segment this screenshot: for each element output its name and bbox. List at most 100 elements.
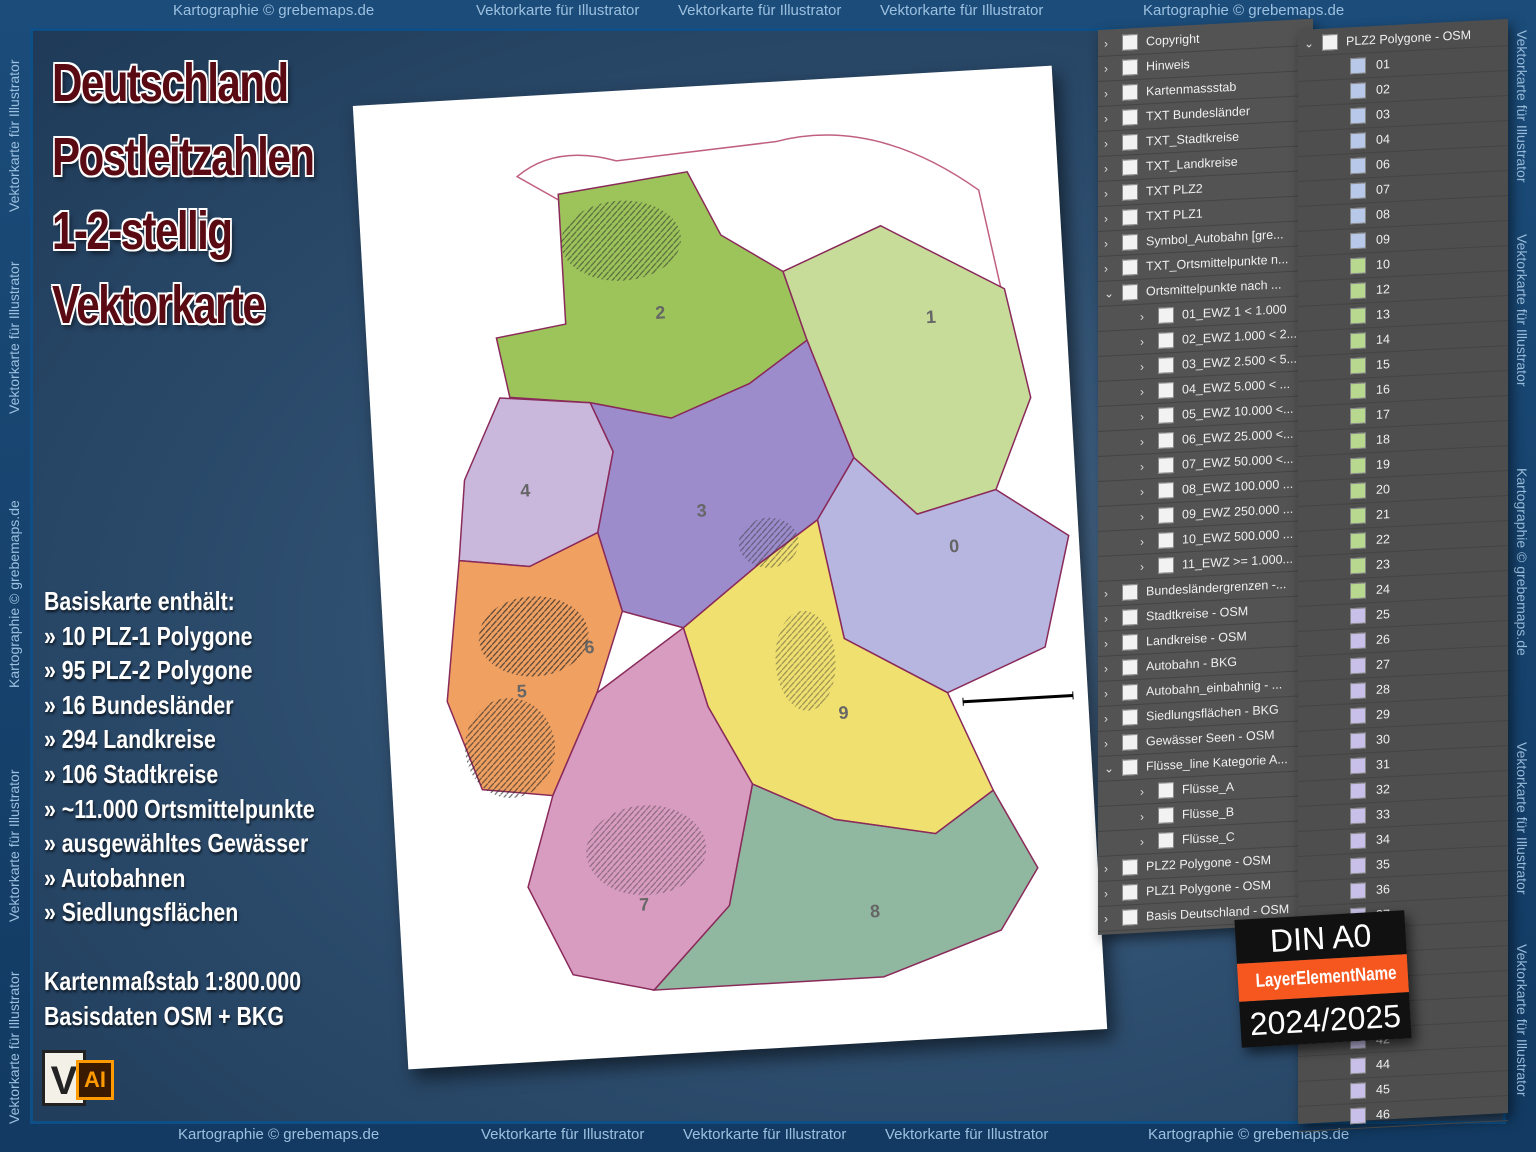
layer-thumbnail [1350,1057,1366,1075]
chevron-right-icon[interactable]: › [1140,410,1144,424]
chevron-right-icon[interactable]: › [1104,661,1108,675]
layer-label: Kartenmassstab [1146,79,1237,99]
chevron-right-icon[interactable]: › [1140,535,1144,549]
chevron-right-icon[interactable]: › [1140,560,1144,574]
chevron-right-icon[interactable]: › [1104,261,1108,275]
layer-thumbnail [1158,307,1174,324]
layer-label: 09_EWZ 250.000 ... [1182,501,1294,522]
region-label: 4 [520,480,531,501]
layer-label: Bundesländergrenzen -... [1146,577,1287,599]
chevron-right-icon[interactable]: › [1140,460,1144,474]
sublayer-label: 35 [1376,857,1390,872]
layer-thumbnail [1350,57,1366,75]
format-badge: DIN A0 LayerElementName 2024/2025 [1234,910,1412,1048]
chevron-right-icon[interactable]: › [1140,785,1144,799]
sublayer-label: 03 [1376,107,1390,122]
watermark-vector: Vektorkarte für Illustrator [6,59,22,212]
layer-label: 03_EWZ 2.500 < 5... [1182,351,1297,372]
layer-thumbnail [1350,657,1366,675]
chevron-down-icon[interactable]: ⌄ [1104,761,1114,776]
sublayer-label: 17 [1376,407,1390,422]
layer-thumbnail [1158,557,1174,574]
chevron-right-icon[interactable]: › [1104,211,1108,225]
layer-thumbnail [1122,108,1138,126]
sublayer-label: 29 [1376,707,1390,722]
chevron-down-icon[interactable]: ⌄ [1104,286,1114,301]
layer-thumbnail [1122,708,1138,726]
chevron-right-icon[interactable]: › [1140,310,1144,324]
layer-thumbnail [1350,232,1366,250]
chevron-right-icon[interactable]: › [1104,186,1108,200]
layer-thumbnail [1158,407,1174,424]
feature-heading: Basiskarte enthält: [44,586,235,616]
chevron-right-icon[interactable]: › [1140,385,1144,399]
layer-thumbnail [1122,283,1138,301]
layer-thumbnail [1350,857,1366,875]
chevron-right-icon[interactable]: › [1140,510,1144,524]
layer-thumbnail [1350,557,1366,575]
region-label: 1 [925,307,936,328]
layers-panel[interactable]: › Copyright › Hinweis › Kartenmassstab › TXT Bu… [1098,18,1313,936]
chevron-right-icon[interactable]: › [1104,61,1108,75]
chevron-right-icon[interactable]: › [1104,636,1108,650]
layer-thumbnail [1350,607,1366,625]
scale-bar [962,691,1074,706]
sublayer-label: 23 [1376,557,1390,572]
chevron-right-icon[interactable]: › [1104,861,1108,875]
sublayer-label: 19 [1376,457,1390,472]
chevron-right-icon[interactable]: › [1104,36,1108,50]
chevron-right-icon[interactable]: › [1140,810,1144,824]
chevron-right-icon[interactable]: › [1104,711,1108,725]
sublayer-label: 16 [1376,382,1390,397]
region-label: 2 [655,302,666,323]
layer-thumbnail [1350,757,1366,775]
chevron-right-icon[interactable]: › [1104,111,1108,125]
layer-label: Flüsse_B [1182,804,1235,822]
chevron-right-icon[interactable]: › [1104,886,1108,900]
layer-thumbnail [1122,83,1138,101]
layer-label: Flüsse_line Kategorie A... [1146,752,1288,774]
sublayer-label: 27 [1376,657,1390,672]
sublayer-label: 24 [1376,582,1390,597]
chevron-right-icon[interactable]: › [1104,136,1108,150]
region-label: 7 [639,894,650,915]
layer-thumbnail [1122,758,1138,776]
layer-label: 01_EWZ 1 < 1.000 [1182,302,1287,322]
chevron-right-icon[interactable]: › [1104,911,1108,925]
watermark-left: Vektorkarte für Illustrator Vektorkarte … [2,28,28,1124]
chevron-right-icon[interactable]: › [1104,736,1108,750]
watermark-vector: Vektorkarte für Illustrator [1514,742,1530,895]
layer-thumbnail [1158,332,1174,349]
layer-thumbnail [1350,382,1366,400]
region-label: 6 [584,637,595,658]
layer-thumbnail [1350,82,1366,100]
chevron-right-icon[interactable]: › [1140,435,1144,449]
layer-thumbnail [1158,532,1174,549]
layer-thumbnail [1122,608,1138,626]
chevron-right-icon[interactable]: › [1104,686,1108,700]
layer-thumbnail [1350,207,1366,225]
layer-thumbnail [1350,482,1366,500]
chevron-right-icon[interactable]: › [1104,161,1108,175]
feature-item: » 10 PLZ-1 Polygone [44,620,253,651]
layer-label: TXT_Ortsmittelpunkte n... [1146,252,1289,274]
chevron-right-icon[interactable]: › [1140,835,1144,849]
chevron-right-icon[interactable]: › [1140,360,1144,374]
chevron-right-icon[interactable]: › [1104,236,1108,250]
chevron-right-icon[interactable]: › [1104,611,1108,625]
chevron-down-icon[interactable]: ⌄ [1304,36,1314,51]
layer-thumbnail [1158,432,1174,449]
sublayer-label: 14 [1376,332,1390,347]
chevron-right-icon[interactable]: › [1140,485,1144,499]
chevron-right-icon[interactable]: › [1104,86,1108,100]
sublayer-label: 25 [1376,607,1390,622]
layer-label: Flüsse_C [1182,829,1235,847]
chevron-right-icon[interactable]: › [1104,586,1108,600]
layer-label: PLZ2 Polygone - OSM [1346,27,1472,49]
layer-label: TXT PLZ2 [1146,181,1203,199]
sublayer-label: 02 [1376,82,1390,97]
layer-thumbnail [1350,582,1366,600]
layer-thumbnail [1350,332,1366,350]
layer-thumbnail [1122,733,1138,751]
chevron-right-icon[interactable]: › [1140,335,1144,349]
